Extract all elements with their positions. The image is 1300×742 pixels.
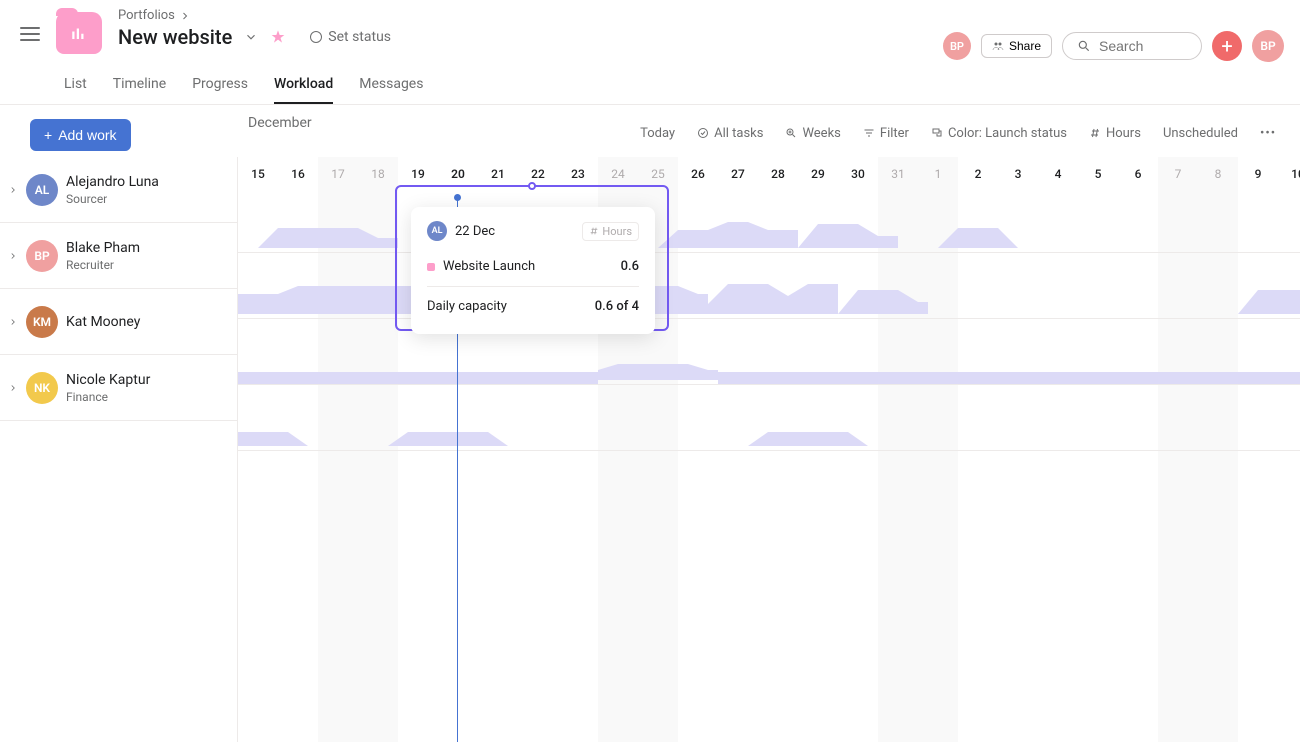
person-row[interactable]: AL Alejandro Luna Sourcer [0, 157, 237, 223]
date-cell[interactable]: 20 [438, 167, 478, 181]
date-cell[interactable]: 6 [1118, 167, 1158, 181]
date-cell[interactable]: 24 [598, 167, 638, 181]
tab-messages[interactable]: Messages [359, 76, 423, 104]
task-color-dot [427, 263, 435, 271]
person-role: Sourcer [66, 192, 159, 206]
status-circle-icon [310, 31, 322, 43]
date-cell[interactable]: 2 [958, 167, 998, 181]
date-cell[interactable]: 31 [878, 167, 918, 181]
hours-button[interactable]: Hours [1089, 126, 1141, 141]
check-circle-icon [697, 127, 709, 139]
zoom-icon [785, 127, 797, 139]
set-status-button[interactable]: Set status [310, 29, 391, 45]
zoom-weeks[interactable]: Weeks [785, 126, 840, 141]
unscheduled-button[interactable]: Unscheduled [1163, 126, 1238, 141]
filter-button[interactable]: Filter [863, 126, 909, 141]
date-cell[interactable]: 26 [678, 167, 718, 181]
chevron-right-icon[interactable] [8, 185, 18, 195]
capacity-value: 0.6 of 4 [595, 299, 639, 314]
date-cell[interactable]: 19 [398, 167, 438, 181]
date-cell[interactable]: 27 [718, 167, 758, 181]
search-input[interactable] [1062, 32, 1202, 60]
date-cell[interactable]: 25 [638, 167, 678, 181]
user-avatar[interactable]: BP [1252, 30, 1284, 62]
person-avatar: BP [26, 240, 58, 272]
chevron-right-icon[interactable] [8, 383, 18, 393]
tab-workload[interactable]: Workload [274, 76, 333, 104]
person-avatar: NK [26, 372, 58, 404]
date-cell[interactable]: 9 [1238, 167, 1278, 181]
person-name: Nicole Kaptur [66, 372, 150, 388]
color-button[interactable]: Color: Launch status [931, 126, 1067, 141]
plus-icon: + [44, 127, 52, 143]
star-icon[interactable] [270, 29, 286, 45]
date-cell[interactable]: 4 [1038, 167, 1078, 181]
person-row[interactable]: BP Blake Pham Recruiter [0, 223, 237, 289]
date-cell[interactable]: 10 [1278, 167, 1300, 181]
chevron-right-icon [179, 10, 191, 22]
date-cell[interactable]: 3 [998, 167, 1038, 181]
tab-timeline[interactable]: Timeline [113, 76, 166, 104]
person-row[interactable]: KM Kat Mooney [0, 289, 237, 355]
hash-icon [589, 226, 599, 236]
all-tasks-filter[interactable]: All tasks [697, 126, 763, 141]
tab-list[interactable]: List [64, 76, 87, 104]
date-cell[interactable]: 8 [1198, 167, 1238, 181]
date-cell[interactable]: 15 [238, 167, 278, 181]
person-row[interactable]: NK Nicole Kaptur Finance [0, 355, 237, 421]
person-name: Kat Mooney [66, 314, 140, 330]
breadcrumb[interactable]: Portfolios [118, 8, 927, 23]
person-role: Finance [66, 390, 150, 404]
person-role: Recruiter [66, 258, 140, 272]
person-name: Alejandro Luna [66, 174, 159, 190]
page-title: New website [118, 25, 232, 49]
popup-date: 22 Dec [455, 224, 495, 239]
date-cell[interactable]: 16 [278, 167, 318, 181]
person-avatar: KM [26, 306, 58, 338]
month-label: December [248, 115, 312, 131]
date-cell[interactable]: 29 [798, 167, 838, 181]
add-work-button[interactable]: + Add work [30, 119, 131, 151]
date-cell[interactable]: 23 [558, 167, 598, 181]
today-button[interactable]: Today [640, 126, 675, 141]
date-cell[interactable]: 28 [758, 167, 798, 181]
chevron-right-icon[interactable] [8, 317, 18, 327]
popup-avatar: AL [427, 221, 447, 241]
workload-lane [238, 385, 1300, 451]
menu-icon[interactable] [20, 24, 40, 44]
capacity-popup: AL 22 Dec Hours Website Launch 0.6 Daily… [411, 207, 655, 334]
date-cell[interactable]: 21 [478, 167, 518, 181]
add-button[interactable]: + [1212, 31, 1242, 61]
person-avatar: AL [26, 174, 58, 206]
chevron-right-icon[interactable] [8, 251, 18, 261]
portfolio-icon [56, 12, 102, 54]
date-cell[interactable]: 7 [1158, 167, 1198, 181]
people-icon [992, 40, 1004, 52]
capacity-label: Daily capacity [427, 299, 507, 314]
date-cell[interactable]: 30 [838, 167, 878, 181]
focus-handle-icon[interactable] [528, 182, 536, 190]
filter-icon [863, 127, 875, 139]
member-avatar[interactable]: BP [943, 32, 971, 60]
task-name: Website Launch [443, 259, 535, 274]
popup-hours-badge: Hours [582, 222, 639, 241]
date-cell[interactable]: 17 [318, 167, 358, 181]
date-cell[interactable]: 1 [918, 167, 958, 181]
date-cell[interactable]: 5 [1078, 167, 1118, 181]
title-dropdown-icon[interactable] [244, 30, 258, 44]
share-button[interactable]: Share [981, 34, 1052, 58]
tab-progress[interactable]: Progress [192, 76, 248, 104]
search-icon [1077, 39, 1091, 53]
hash-icon [1089, 127, 1101, 139]
date-cell[interactable]: 18 [358, 167, 398, 181]
paint-icon [931, 127, 943, 139]
date-cell[interactable]: 22 [518, 167, 558, 181]
person-name: Blake Pham [66, 240, 140, 256]
task-hours: 0.6 [621, 259, 639, 274]
more-icon[interactable]: ••• [1260, 126, 1280, 141]
